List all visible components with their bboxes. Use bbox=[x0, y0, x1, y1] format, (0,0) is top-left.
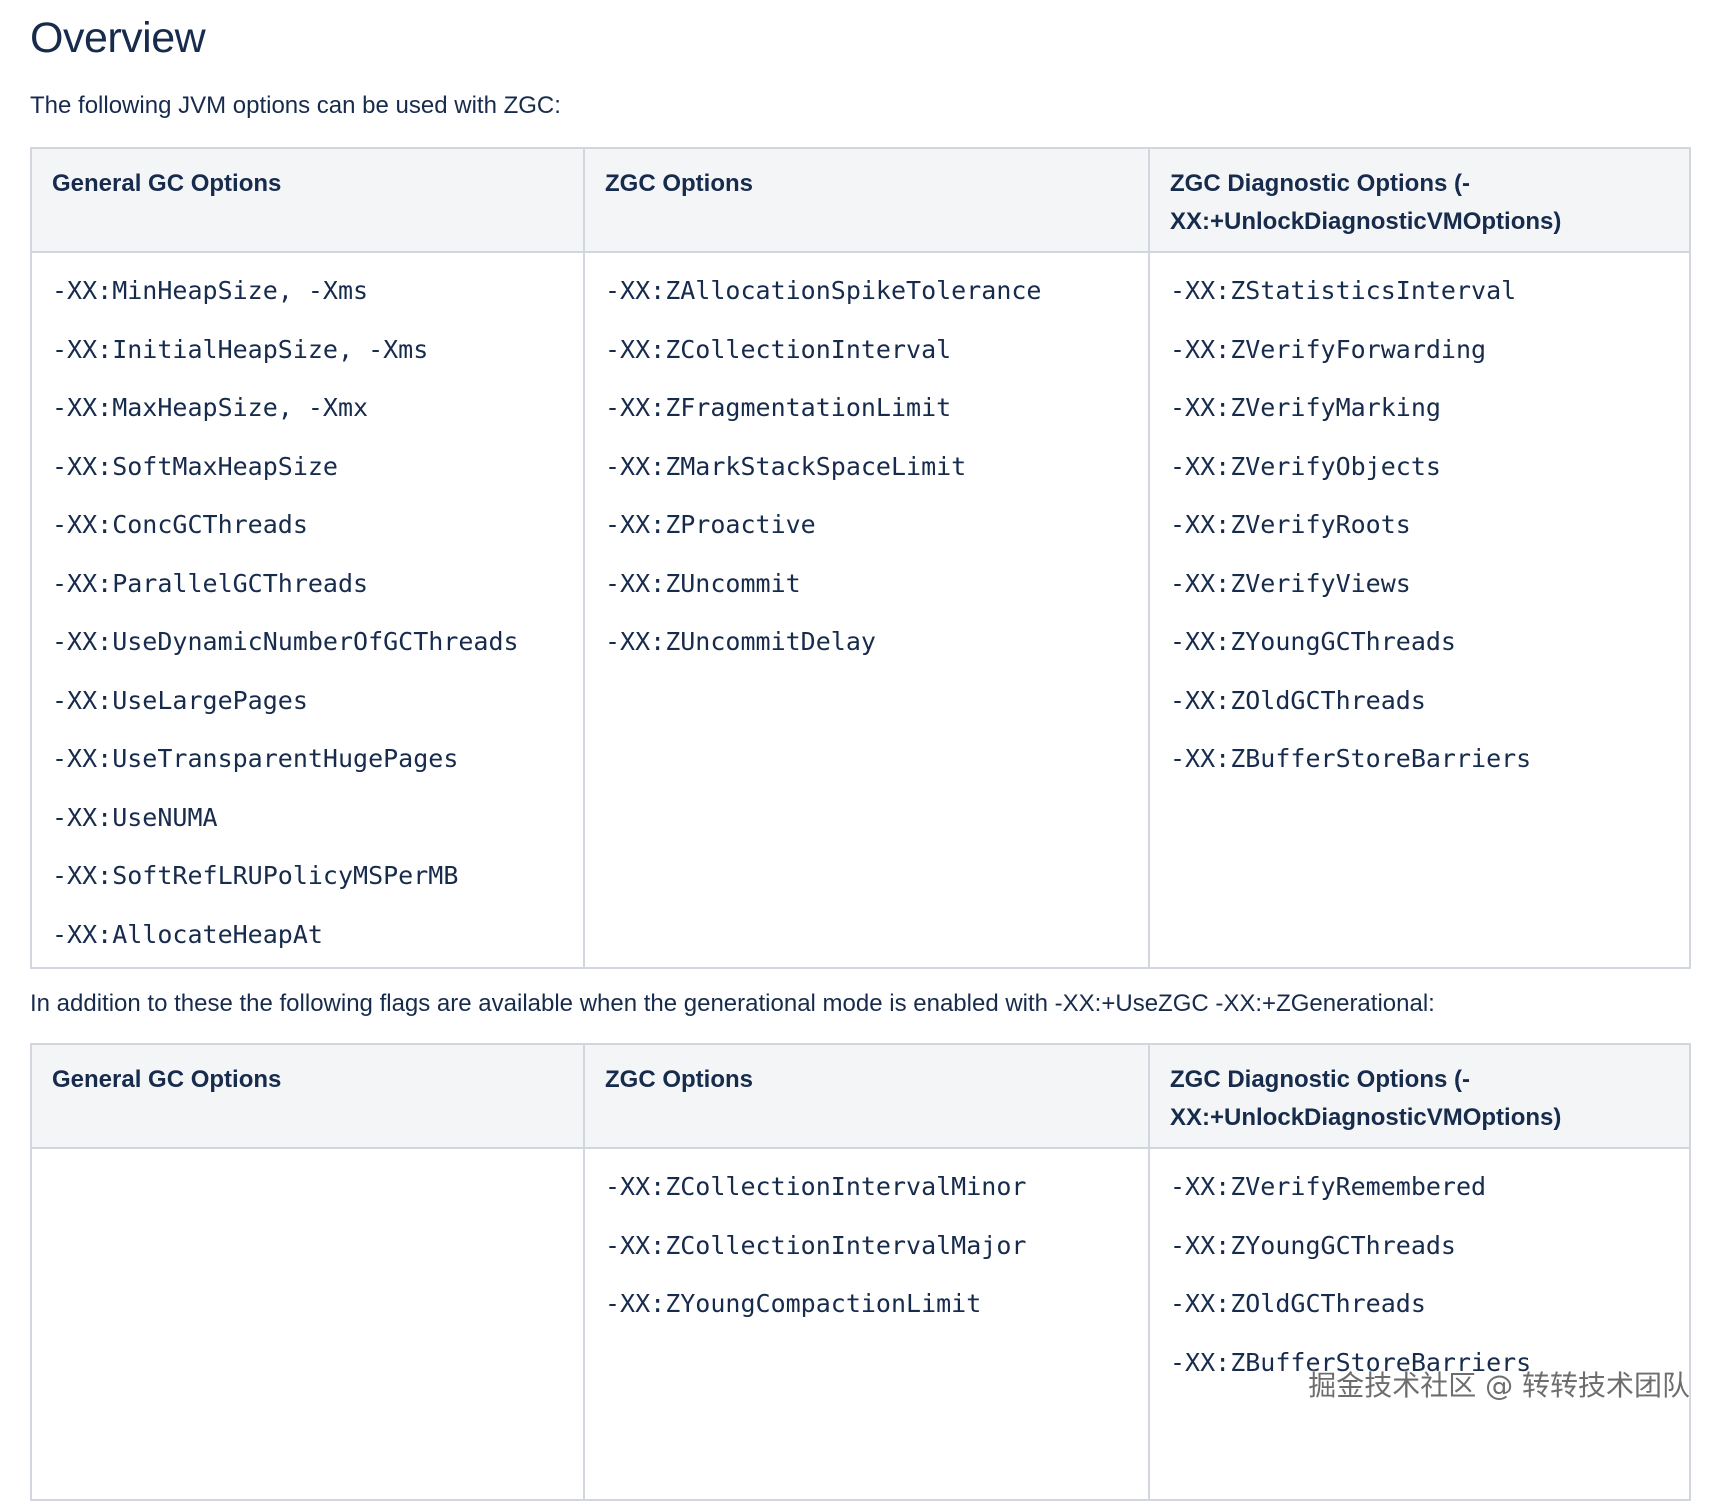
zgc-diagnostic-options-cell: -XX:ZStatisticsInterval -XX:ZVerifyForwar… bbox=[1148, 251, 1691, 969]
zgc-options-cell: -XX:ZCollectionIntervalMinor -XX:ZCollect… bbox=[583, 1147, 1150, 1501]
option-item: -XX:ConcGCThreads bbox=[52, 510, 308, 539]
option-item: -XX:ZStatisticsInterval bbox=[1170, 276, 1517, 305]
option-item: -XX:UseDynamicNumberOfGCThreads bbox=[52, 627, 519, 656]
header-zgc-options: ZGC Options bbox=[583, 147, 1150, 253]
option-item: -XX:ZAllocationSpikeTolerance bbox=[605, 276, 1042, 305]
general-gc-options-cell: -XX:MinHeapSize, -Xms -XX:InitialHeapSize… bbox=[30, 251, 585, 969]
generational-mode-paragraph: In addition to these the following flags… bbox=[30, 990, 1435, 1017]
header-zgc-diagnostic-options: ZGC Diagnostic Options (-XX:+UnlockDiagn… bbox=[1148, 147, 1691, 253]
option-item: -XX:ZVerifyRemembered bbox=[1170, 1172, 1487, 1201]
header-zgc-diagnostic-options: ZGC Diagnostic Options (-XX:+UnlockDiagn… bbox=[1148, 1043, 1691, 1149]
header-zgc-options: ZGC Options bbox=[583, 1043, 1150, 1149]
option-item: -XX:InitialHeapSize, -Xms bbox=[52, 334, 429, 364]
option-item: -XX:SoftMaxHeapSize bbox=[52, 451, 338, 481]
option-item: -XX:UseTransparentHugePages bbox=[52, 744, 459, 773]
option-item: -XX:ZUncommitDelay bbox=[605, 627, 876, 656]
watermark: 掘金技术社区 @ 转转技术团队 bbox=[1308, 1369, 1690, 1402]
page-title: Overview bbox=[30, 14, 206, 62]
zgc-options-table: General GC Options ZGC Options ZGC Diagn… bbox=[30, 147, 1691, 969]
option-item: -XX:ZVerifyForwarding bbox=[1170, 334, 1487, 364]
header-general-gc-options: General GC Options bbox=[30, 1043, 585, 1149]
table-header-row: General GC Options ZGC Options ZGC Diagn… bbox=[30, 147, 1691, 253]
option-item: -XX:ZOldGCThreads bbox=[1170, 1289, 1426, 1318]
table-header-row: General GC Options ZGC Options ZGC Diagn… bbox=[30, 1043, 1691, 1149]
option-item: -XX:ZCollectionIntervalMajor bbox=[605, 1230, 1027, 1260]
zgc-diagnostic-options-cell: -XX:ZVerifyRemembered -XX:ZYoungGCThreads… bbox=[1148, 1147, 1691, 1501]
general-gc-options-cell bbox=[30, 1147, 585, 1501]
option-item: -XX:UseLargePages bbox=[52, 685, 308, 715]
option-item: -XX:ZVerifyObjects bbox=[1170, 451, 1441, 481]
table-row: -XX:MinHeapSize, -Xms -XX:InitialHeapSize… bbox=[30, 251, 1691, 969]
option-item: -XX:ZYoungCompactionLimit bbox=[605, 1289, 982, 1318]
option-item: -XX:ZVerifyViews bbox=[1170, 568, 1411, 598]
zgc-options-cell: -XX:ZAllocationSpikeTolerance -XX:ZCollec… bbox=[583, 251, 1150, 969]
option-item: -XX:ZMarkStackSpaceLimit bbox=[605, 451, 967, 481]
table-row: -XX:ZCollectionIntervalMinor -XX:ZCollect… bbox=[30, 1147, 1691, 1501]
option-item: -XX:ZVerifyRoots bbox=[1170, 510, 1411, 539]
option-item: -XX:MinHeapSize, -Xms bbox=[52, 276, 369, 305]
option-item: -XX:ZCollectionIntervalMinor bbox=[605, 1172, 1027, 1201]
option-item: -XX:ParallelGCThreads bbox=[52, 568, 369, 598]
option-item: -XX:ZBufferStoreBarriers bbox=[1170, 744, 1532, 773]
option-item: -XX:ZYoungGCThreads bbox=[1170, 627, 1456, 656]
option-item: -XX:SoftRefLRUPolicyMSPerMB bbox=[52, 861, 459, 890]
option-item: -XX:UseNUMA bbox=[52, 802, 218, 832]
option-item: -XX:ZVerifyMarking bbox=[1170, 393, 1441, 422]
generational-options-table: General GC Options ZGC Options ZGC Diagn… bbox=[30, 1043, 1691, 1501]
option-item: -XX:AllocateHeapAt bbox=[52, 919, 323, 949]
option-item: -XX:ZFragmentationLimit bbox=[605, 393, 952, 422]
header-general-gc-options: General GC Options bbox=[30, 147, 585, 253]
option-item: -XX:ZOldGCThreads bbox=[1170, 685, 1426, 715]
option-item: -XX:ZCollectionInterval bbox=[605, 334, 952, 364]
option-item: -XX:ZYoungGCThreads bbox=[1170, 1230, 1456, 1260]
option-item: -XX:MaxHeapSize, -Xmx bbox=[52, 393, 369, 422]
option-item: -XX:ZProactive bbox=[605, 510, 816, 539]
intro-paragraph: The following JVM options can be used wi… bbox=[30, 92, 561, 119]
option-item: -XX:ZUncommit bbox=[605, 568, 801, 598]
